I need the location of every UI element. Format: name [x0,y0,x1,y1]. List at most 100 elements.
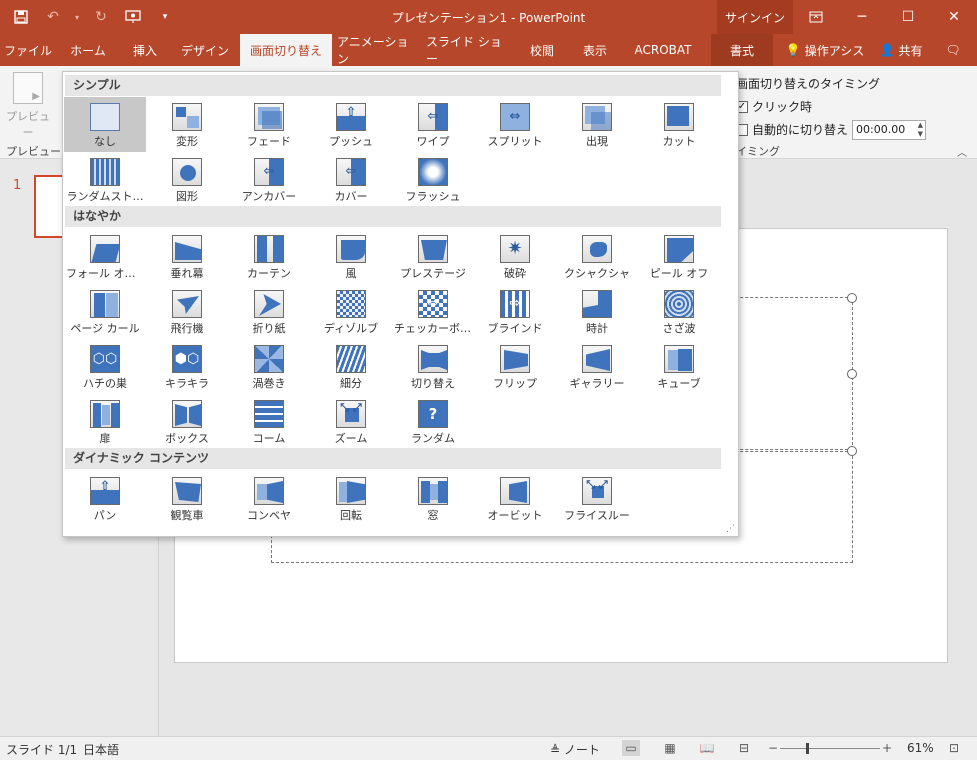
collapse-ribbon-icon[interactable]: ︿ [957,144,967,159]
transition-dissolve[interactable]: ディゾルブ [310,284,392,339]
transition-morph[interactable]: 変形 [146,97,228,152]
ribbon-display-options-icon[interactable] [793,0,839,34]
transition-doors[interactable]: 扉 [64,394,146,449]
transition-push[interactable]: ⇧ プッシュ [310,97,392,152]
transition-prestige[interactable]: プレステージ [392,229,474,284]
notes-button[interactable]: ≜ ノート [550,741,600,758]
slide-sorter-icon[interactable]: ▦ [661,740,679,756]
transition-glitter[interactable]: ⬢⬡ キラキラ [146,339,228,394]
transition-none[interactable]: なし [64,97,146,152]
transition-flash[interactable]: フラッシュ [392,152,474,207]
tab-animations[interactable]: アニメーション [337,34,419,66]
transition-random-bars[interactable]: ランダムスト… [64,152,146,207]
transition-vortex[interactable]: 渦巻き [228,339,310,394]
zoom-level[interactable]: 61% [907,741,934,755]
zoom-slider-track[interactable] [780,748,880,749]
tab-home[interactable]: ホーム [60,34,116,66]
preview-label: プレビュー [6,110,50,139]
transition-label: 変形 [176,135,198,148]
transition-airplane[interactable]: 飛行機 [146,284,228,339]
transition-page-curl[interactable]: ページ カール [64,284,146,339]
transition-box[interactable]: ボックス [146,394,228,449]
minimize-icon[interactable]: ─ [839,0,885,34]
switch-icon [418,345,448,373]
preview-button[interactable]: プレビュー [4,72,52,139]
tab-view[interactable]: 表示 [572,34,618,66]
normal-view-icon[interactable]: ▭ [622,740,640,756]
transition-orbit[interactable]: オービット [474,471,556,526]
reading-view-icon[interactable]: 📖 [698,740,716,756]
transition-checkerboard[interactable]: ⇨ チェッカーボード [392,284,474,339]
transition-wipe[interactable]: ⇦ ワイプ [392,97,474,152]
transition-gallery-effect[interactable]: ギャラリー [556,339,638,394]
transition-ripple[interactable]: さざ波 [638,284,720,339]
tab-transitions[interactable]: 画面切り替え [240,34,332,66]
resize-handle[interactable] [847,369,857,379]
transition-blinds[interactable]: ⇨ ブラインド [474,284,556,339]
drape-icon [172,235,202,263]
auto-after-time-input[interactable]: 00:00.00 ▲ ▼ [852,119,927,140]
transition-comb[interactable]: コーム [228,394,310,449]
resize-handle[interactable] [847,293,857,303]
transition-cover[interactable]: ⇦ カバー [310,152,392,207]
tab-format[interactable]: 書式 [711,34,773,66]
transition-conveyor[interactable]: コンベヤ [228,471,310,526]
transition-origami[interactable]: 折り紙 [228,284,310,339]
tab-review[interactable]: 校閲 [520,34,564,66]
tell-me-box[interactable]: 💡 操作アシス [784,34,866,66]
transition-cube[interactable]: キューブ [638,339,720,394]
fit-to-window-icon[interactable]: ⊡ [945,740,963,756]
transition-drape[interactable]: 垂れ幕 [146,229,228,284]
resize-handle[interactable] [847,446,857,456]
clock-icon [582,290,612,318]
fly-through-icon: ⤡ ⤢ [582,477,612,505]
comments-icon[interactable]: 🗨 [936,34,970,66]
tab-insert[interactable]: 挿入 [120,34,170,66]
transition-label: 破砕 [504,267,526,280]
language-indicator[interactable]: 日本語 [83,741,119,758]
transition-fall-over[interactable]: フォール オー… [64,229,146,284]
transition-pan[interactable]: ⇧ パン [64,471,146,526]
share-button[interactable]: 👤 共有 [872,34,930,66]
transition-peel-off[interactable]: ピール オフ [638,229,720,284]
random-bars-icon [90,158,120,186]
signin-button[interactable]: サインイン [717,0,793,34]
transition-curtains[interactable]: カーテン [228,229,310,284]
transition-rotate[interactable]: 回転 [310,471,392,526]
transition-shape[interactable]: 図形 [146,152,228,207]
transition-clock[interactable]: 時計 [556,284,638,339]
close-icon[interactable]: ✕ [931,0,977,34]
glitter-icon: ⬢⬡ [172,345,202,373]
zoom-slider-thumb[interactable] [806,743,809,754]
transition-honeycomb[interactable]: ⬡⬡ ハチの巣 [64,339,146,394]
transition-ferris-wheel[interactable]: 観覧車 [146,471,228,526]
slideshow-view-icon[interactable]: ⊟ [735,740,753,756]
transition-uncover[interactable]: ⇦ アンカバー [228,152,310,207]
tab-design[interactable]: デザイン [176,34,234,66]
transition-window[interactable]: 窓 [392,471,474,526]
transition-shatter[interactable]: ✷ 破砕 [474,229,556,284]
transition-reveal[interactable]: 出現 [556,97,638,152]
tab-acrobat[interactable]: ACROBAT [626,34,700,66]
wipe-icon: ⇦ [418,103,448,131]
transition-flip[interactable]: フリップ [474,339,556,394]
transition-fly-through[interactable]: ⤡ ⤢ フライスルー [556,471,638,526]
transition-fade[interactable]: フェード [228,97,310,152]
transition-random[interactable]: ? ランダム [392,394,474,449]
resize-grip-icon[interactable]: ⋰ [726,524,735,534]
zoom-in-icon[interactable]: + [878,740,896,756]
timing-title: 画面切り替えのタイミング [736,77,881,91]
transition-shred[interactable]: 細分 [310,339,392,394]
transition-switch[interactable]: 切り替え [392,339,474,394]
transition-split[interactable]: ⇔ スプリット [474,97,556,152]
tab-slideshow[interactable]: スライド ショー [426,34,512,66]
transition-label: カーテン [247,267,291,280]
tab-file[interactable]: ファイル [0,34,56,66]
transition-label: ハチの巣 [83,377,127,390]
transition-zoom[interactable]: ⤡ ⤢ ズーム [310,394,392,449]
transition-wind[interactable]: 風 [310,229,392,284]
maximize-icon[interactable]: ☐ [885,0,931,34]
transition-cut[interactable]: カット [638,97,720,152]
transition-crush[interactable]: クシャクシャ [556,229,638,284]
time-spinner-icon[interactable]: ▲ ▼ [918,121,923,139]
